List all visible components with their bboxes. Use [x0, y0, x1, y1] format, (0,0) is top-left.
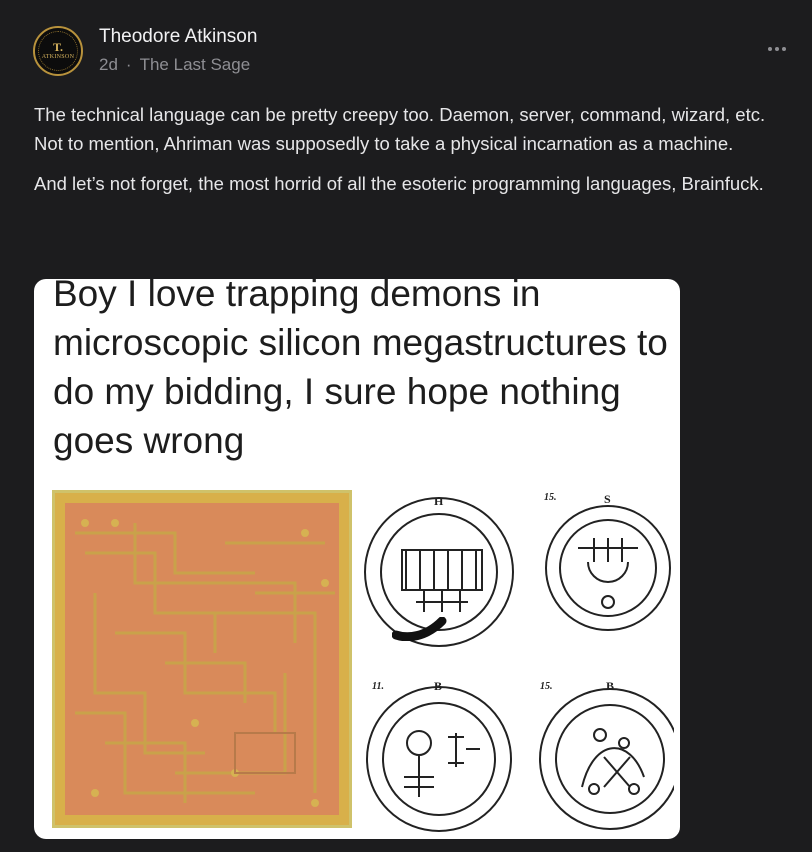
- post-paragraph: The technical language can be pretty cre…: [34, 104, 766, 154]
- post-card: T. ATKINSON Theodore Atkinson 2d · The L…: [0, 0, 812, 852]
- seal-number: 15.: [540, 681, 553, 692]
- seal-letter: B: [434, 679, 443, 693]
- seal-bottom-left: 11. B: [364, 677, 524, 837]
- seal-number: 11.: [372, 681, 384, 692]
- post-meta: 2d · The Last Sage: [99, 55, 250, 75]
- author-name[interactable]: Theodore Atkinson: [99, 26, 257, 48]
- meme-image[interactable]: Boy I love trapping demons in microscopi…: [34, 279, 680, 839]
- meta-separator: ·: [125, 55, 132, 74]
- publication-name[interactable]: The Last Sage: [140, 55, 251, 75]
- avatar-ring: [38, 31, 78, 71]
- meme-caption: Boy I love trapping demons in microscopi…: [53, 279, 668, 461]
- seal-letter: H: [434, 494, 444, 508]
- circuit-board-image: [52, 490, 352, 828]
- seal-letter: B: [606, 679, 615, 693]
- more-options-icon[interactable]: [762, 42, 792, 56]
- seal-bottom-right: 15. B: [534, 677, 674, 837]
- ink-smudge: [392, 617, 447, 641]
- seal-letter: S: [604, 492, 611, 506]
- author-avatar[interactable]: T. ATKINSON: [33, 26, 83, 76]
- seal-number: 15.: [544, 492, 557, 503]
- post-time: 2d: [99, 55, 118, 74]
- seal-top-right: 15. S: [534, 492, 674, 632]
- post-body: The technical language can be pretty cre…: [34, 100, 794, 209]
- post-paragraph: And let’s not forget, the most horrid of…: [34, 173, 764, 194]
